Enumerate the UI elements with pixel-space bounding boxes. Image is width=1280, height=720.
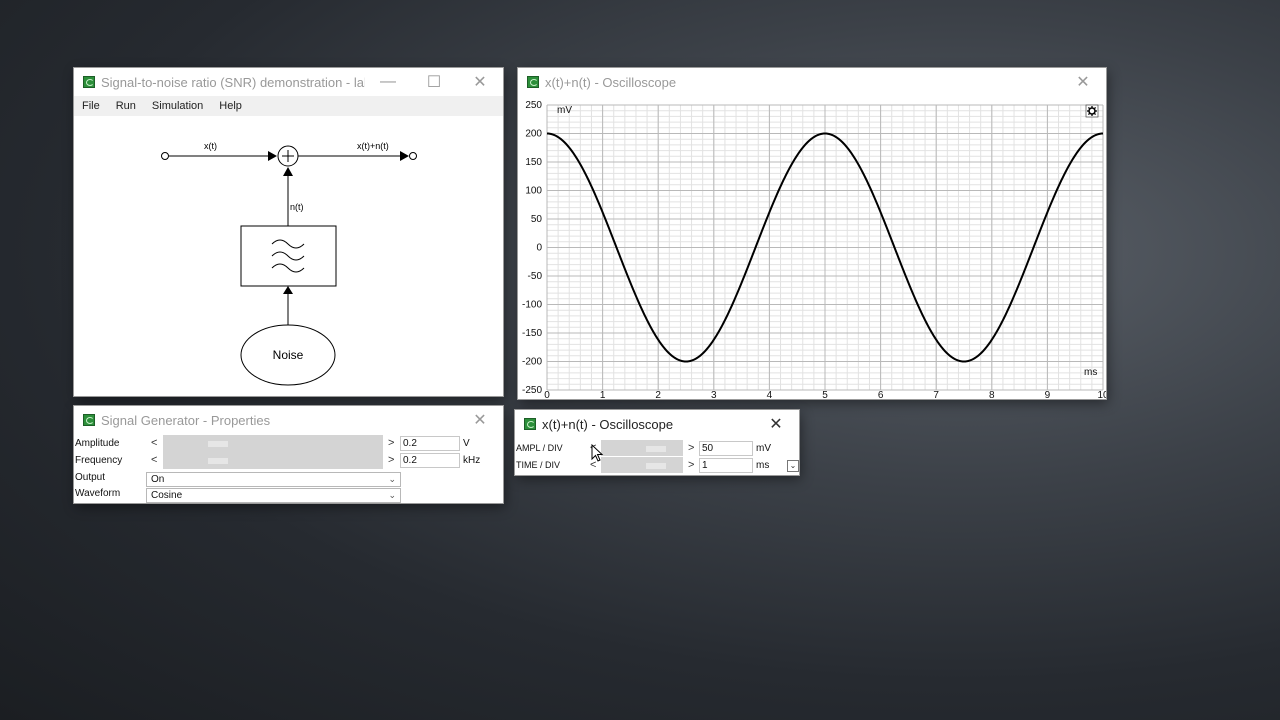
properties-title: Signal Generator - Properties	[101, 412, 271, 428]
maximize-icon[interactable]: ☐	[411, 72, 457, 92]
menu-bar: File Run Simulation Help	[74, 96, 503, 116]
app-icon	[527, 76, 539, 88]
waveform-select[interactable]: Cosine ⌄	[146, 488, 401, 503]
y-tick-label: 0	[536, 243, 542, 254]
frequency-increase-arrow[interactable]: >	[388, 454, 394, 466]
close-icon[interactable]: ✕	[1060, 72, 1106, 92]
x-tick-label: 0	[544, 390, 550, 399]
frequency-unit: kHz	[463, 455, 481, 466]
amplitude-increase-arrow[interactable]: >	[388, 437, 394, 449]
y-tick-label: 200	[525, 129, 542, 140]
frequency-decrease-arrow[interactable]: <	[151, 454, 157, 466]
mouse-cursor	[591, 444, 604, 462]
close-icon[interactable]: ✕	[457, 72, 503, 92]
ampl-unit: mV	[756, 443, 771, 454]
ampl-slider[interactable]	[601, 440, 683, 456]
output-label: x(t)+n(t)	[357, 141, 389, 151]
ampl-div-label: AMPL / DIV	[516, 443, 563, 453]
minimize-icon[interactable]: —	[365, 73, 411, 91]
menu-run[interactable]: Run	[108, 100, 144, 112]
time-slider[interactable]	[601, 457, 683, 473]
menu-help[interactable]: Help	[211, 100, 250, 112]
x-tick-label: 4	[767, 390, 773, 399]
ampl-increase-arrow[interactable]: >	[688, 442, 694, 454]
x-tick-label: 5	[822, 390, 828, 399]
oscilloscope-window: x(t)+n(t) - Oscilloscope ✕ 250 200 150 100 5…	[518, 68, 1106, 399]
time-increase-arrow[interactable]: >	[688, 459, 694, 471]
noise-block-label: Noise	[273, 348, 304, 362]
frequency-label: Frequency	[75, 455, 123, 466]
y-tick-label: -250	[522, 385, 542, 396]
amplitude-input[interactable]: 0.2	[400, 436, 460, 451]
y-unit-label: mV	[557, 105, 572, 116]
y-tick-label: 150	[525, 157, 542, 168]
frequency-slider[interactable]	[163, 452, 383, 469]
x-tick-label: 7	[933, 390, 939, 399]
frequency-input[interactable]: 0.2	[400, 453, 460, 468]
x-tick-label: 6	[878, 390, 884, 399]
app-icon	[83, 76, 95, 88]
gear-icon[interactable]	[1085, 104, 1099, 118]
x-tick-label: 10	[1097, 390, 1106, 399]
oscilloscope-chart: 250 200 150 100 50 0 -50 -100 -150 -200 -250 0 1 2 3 4…	[522, 100, 1106, 399]
waveform-select-value: Cosine	[151, 490, 183, 501]
y-tick-label: -100	[522, 300, 542, 311]
chevron-down-icon: ⌄	[388, 490, 396, 500]
waveform-label: Waveform	[75, 488, 121, 499]
noise-signal-label: n(t)	[290, 202, 304, 212]
y-tick-label: 100	[525, 186, 542, 197]
x-tick-label: 2	[655, 390, 661, 399]
amplitude-unit: V	[463, 438, 470, 449]
amplitude-decrease-arrow[interactable]: <	[151, 437, 157, 449]
menu-file[interactable]: File	[74, 100, 108, 112]
x-tick-label: 3	[711, 390, 717, 399]
ampl-input[interactable]: 50	[699, 441, 753, 456]
app-icon	[524, 418, 536, 430]
output-select[interactable]: On ⌄	[146, 472, 401, 487]
main-titlebar[interactable]: Signal-to-noise ratio (SNR) demonstratio…	[74, 68, 503, 96]
output-terminal[interactable]	[409, 152, 417, 160]
time-unit: ms	[756, 460, 770, 471]
y-tick-label: -150	[522, 328, 542, 339]
oscilloscope-titlebar[interactable]: x(t)+n(t) - Oscilloscope ✕	[518, 68, 1106, 96]
close-icon[interactable]: ✕	[753, 414, 799, 434]
output-select-value: On	[151, 474, 165, 485]
chevron-down-icon: ⌄	[388, 474, 396, 484]
y-tick-label: -200	[522, 357, 542, 368]
amplitude-label: Amplitude	[75, 438, 120, 449]
oscilloscope-controls-title: x(t)+n(t) - Oscilloscope	[542, 416, 674, 432]
properties-window: Signal Generator - Properties ✕ Amplitud…	[74, 406, 503, 503]
properties-titlebar[interactable]: Signal Generator - Properties ✕	[74, 406, 503, 434]
expand-dropdown-button[interactable]: ⌄	[787, 460, 799, 472]
x-unit-label: ms	[1084, 367, 1097, 378]
oscilloscope-controls-window: x(t)+n(t) - Oscilloscope ✕ AMPL / DIV < …	[515, 410, 799, 475]
input-label: x(t)	[204, 141, 217, 151]
x-tick-label: 1	[600, 390, 606, 399]
app-icon	[83, 414, 95, 426]
x-tick-label: 8	[989, 390, 995, 399]
menu-simulation[interactable]: Simulation	[144, 100, 211, 112]
oscilloscope-controls-titlebar[interactable]: x(t)+n(t) - Oscilloscope ✕	[515, 410, 799, 438]
y-tick-label: 50	[531, 214, 543, 225]
oscilloscope-title: x(t)+n(t) - Oscilloscope	[545, 74, 677, 90]
amplitude-slider[interactable]	[163, 435, 383, 452]
time-input[interactable]: 1	[699, 458, 753, 473]
time-div-label: TIME / DIV	[516, 460, 561, 470]
main-window: Signal-to-noise ratio (SNR) demonstratio…	[74, 68, 503, 396]
x-tick-label: 9	[1045, 390, 1051, 399]
y-tick-label: 250	[525, 100, 542, 111]
output-label: Output	[75, 472, 106, 483]
main-window-title: Signal-to-noise ratio (SNR) demonstratio…	[101, 74, 365, 90]
y-tick-label: -50	[528, 271, 543, 282]
close-icon[interactable]: ✕	[457, 410, 503, 430]
block-diagram: x(t) x(t)+n(t) n(t) Noise	[161, 141, 417, 386]
input-terminal[interactable]	[161, 152, 169, 160]
